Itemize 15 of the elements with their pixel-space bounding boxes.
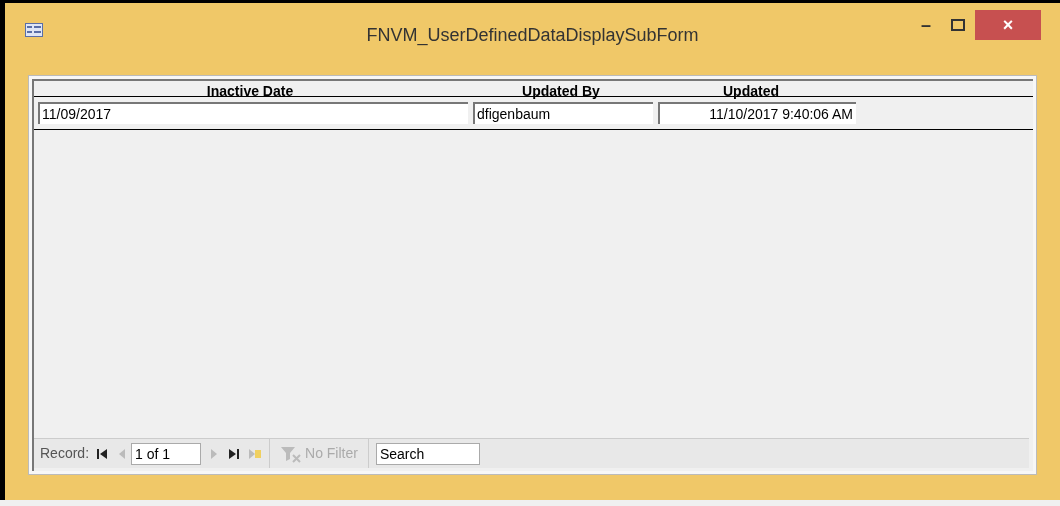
window-title: FNVM_UserDefinedDataDisplaySubForm	[366, 24, 699, 48]
minimize-button[interactable]: –	[911, 10, 941, 40]
updated-by-field[interactable]: dfigenbaum	[473, 102, 653, 124]
close-button[interactable]: ×	[975, 10, 1041, 40]
new-record-icon	[247, 446, 262, 461]
form-icon	[25, 23, 43, 37]
filter-icon	[280, 444, 303, 463]
record-label: Record:	[40, 444, 90, 463]
last-record-icon	[227, 446, 242, 461]
first-record-icon	[95, 446, 110, 461]
record-position-field[interactable]: 1 of 1	[131, 442, 202, 465]
updated-field[interactable]: 11/10/2017 9:40:06 AM	[658, 102, 856, 124]
column-header: Inactive Date	[205, 82, 295, 96]
maximize-icon	[951, 19, 965, 31]
search-field[interactable]: Search	[375, 442, 480, 465]
